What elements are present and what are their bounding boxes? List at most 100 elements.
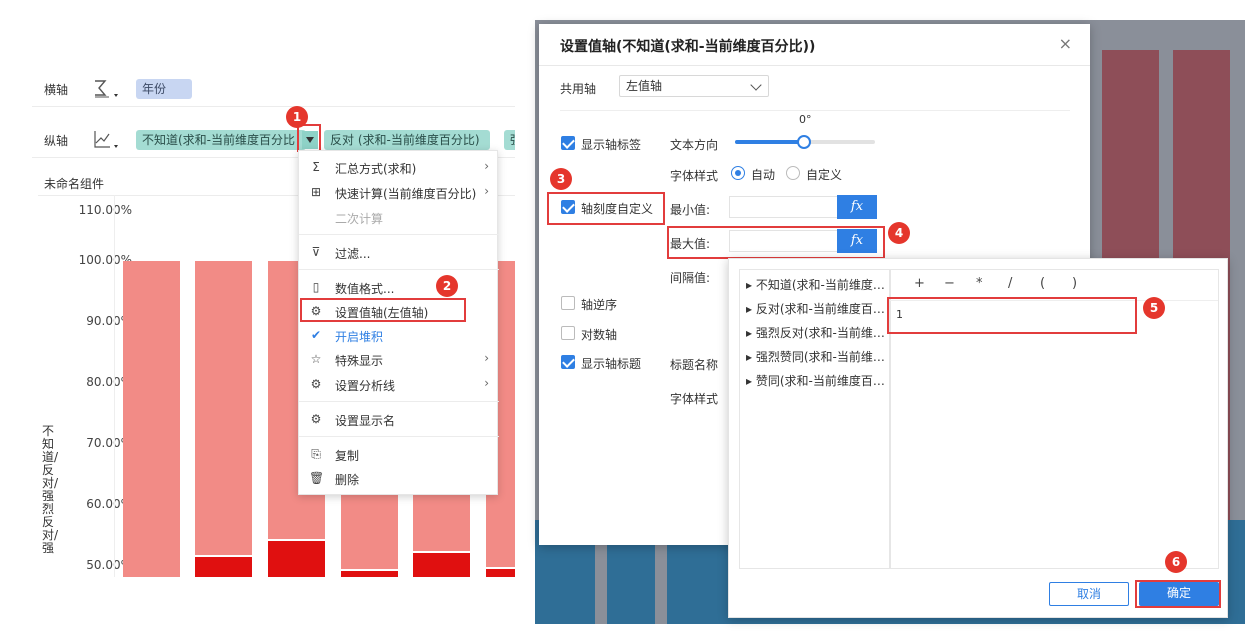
step-marker-5: 5 <box>1143 297 1165 319</box>
bar-segment[interactable] <box>413 553 470 577</box>
menu-item-quick-calc[interactable]: ⊞ 快速计算(当前维度百分比) › <box>299 180 499 204</box>
y-field-pill-2[interactable]: 反对 (求和-当前维度百分比) <box>324 130 490 150</box>
chevron-down-icon <box>750 79 762 91</box>
bar-segment[interactable] <box>341 571 398 577</box>
menu-item-copy[interactable]: ⎘ 复制 <box>299 442 499 466</box>
divider <box>560 110 1070 111</box>
menu-item-label: 开启堆积 <box>335 330 384 344</box>
bar-segment[interactable] <box>195 557 252 577</box>
field-label: 强烈反对(求和-当前维… <box>755 326 885 340</box>
shared-axis-value: 左值轴 <box>626 79 663 93</box>
menu-item-label: 特殊显示 <box>335 354 384 368</box>
star-icon: ☆ <box>310 352 322 366</box>
log-axis-checkbox[interactable] <box>561 326 575 340</box>
menu-item-special-display[interactable]: ☆ 特殊显示 › <box>299 347 499 371</box>
highlight-box-6 <box>1135 580 1221 608</box>
field-item[interactable]: ▸ 不知道(求和-当前维度… <box>746 276 891 293</box>
filter-icon: ⊽ <box>311 245 321 259</box>
show-axis-title-checkbox[interactable] <box>561 355 575 369</box>
calculator-icon: ⊞ <box>310 185 322 199</box>
field-item[interactable]: ▸ 赞同(求和-当前维度百… <box>746 372 891 389</box>
field-list: ▸ 不知道(求和-当前维度… ▸ 反对(求和-当前维度百… ▸ 强烈反对(求和-… <box>739 269 891 569</box>
font-style-label: 字体样式 <box>670 169 719 183</box>
angle-value: 0° <box>799 113 812 126</box>
min-label: 最小值: <box>670 203 711 217</box>
gear-icon: ⚙ <box>310 412 322 426</box>
min-input[interactable] <box>729 196 839 218</box>
field-item[interactable]: ▸ 强烈反对(求和-当前维… <box>746 324 891 341</box>
close-paren-operator[interactable]: ) <box>1072 276 1077 291</box>
menu-item-aggregation[interactable]: Σ 汇总方式(求和) › <box>299 155 499 179</box>
y-shelf-label: 纵轴 <box>44 134 69 148</box>
text-direction-label: 文本方向 <box>670 138 719 152</box>
menu-item-number-format[interactable]: ▯ 数值格式... <box>299 275 499 299</box>
highlight-box-3 <box>547 192 665 225</box>
y-field-pill-3[interactable]: 强 <box>504 130 515 150</box>
bar-gap <box>595 545 607 624</box>
divide-operator[interactable]: / <box>1008 276 1012 291</box>
cancel-button[interactable]: 取消 <box>1049 582 1129 606</box>
menu-item-secondary-calc: 二次计算 <box>299 205 499 229</box>
custom-radio[interactable] <box>786 166 800 180</box>
plus-operator[interactable]: + <box>914 276 925 291</box>
field-label: 强烈赞同(求和-当前维… <box>755 350 885 364</box>
copy-icon: ⎘ <box>311 447 321 461</box>
x-shelf-label: 横轴 <box>44 83 69 97</box>
min-fx-button[interactable]: fx <box>837 195 877 219</box>
step-marker-1: 1 <box>286 106 308 128</box>
bar[interactable] <box>123 261 180 577</box>
multiply-operator[interactable]: * <box>976 276 983 291</box>
show-axis-label-checkbox[interactable] <box>561 136 575 150</box>
title-name-label: 标题名称 <box>670 358 719 372</box>
menu-item-delete[interactable]: 🗑 删除 <box>299 466 499 490</box>
y-axis-line <box>114 195 115 577</box>
menu-item-display-name[interactable]: ⚙ 设置显示名 <box>299 407 499 431</box>
reverse-axis-text: 轴逆序 <box>581 298 618 312</box>
field-label: 反对(求和-当前维度百… <box>755 302 885 316</box>
open-paren-operator[interactable]: ( <box>1040 276 1045 291</box>
y-field-pill-1[interactable]: 不知道(求和-当前维度百分比 <box>136 130 306 150</box>
dialog-title: 设置值轴(不知道(求和-当前维度百分比)) <box>560 39 816 55</box>
y-tick-label: 50.00% <box>86 558 132 572</box>
x-field-pill[interactable]: 年份 <box>136 79 192 99</box>
bar-segment[interactable] <box>486 569 515 577</box>
auto-label: 自动 <box>751 168 776 182</box>
bar[interactable] <box>195 261 252 555</box>
menu-item-stack[interactable]: ✔ 开启堆积 <box>299 323 499 347</box>
chevron-right-icon: › <box>484 159 489 173</box>
chart-type-icon[interactable] <box>92 76 122 102</box>
field-item[interactable]: ▸ 反对(求和-当前维度百… <box>746 300 891 317</box>
y-tick-label: 100.00% <box>78 253 132 267</box>
shared-axis-select[interactable]: 左值轴 <box>619 75 769 97</box>
show-axis-title-text: 显示轴标题 <box>581 357 642 371</box>
divider <box>539 65 1090 66</box>
shared-axis-label: 共用轴 <box>560 82 597 96</box>
menu-item-label: 复制 <box>335 449 360 463</box>
number-format-icon: ▯ <box>312 280 320 294</box>
line-chart-icon[interactable] <box>92 127 122 153</box>
auto-radio[interactable] <box>731 166 745 180</box>
field-item[interactable]: ▸ 强烈赞同(求和-当前维… <box>746 348 891 365</box>
menu-item-analysis-line[interactable]: ⚙ 设置分析线 › <box>299 372 499 396</box>
menu-separator <box>299 436 499 437</box>
chevron-right-icon: › <box>484 184 489 198</box>
slider-handle[interactable] <box>797 135 811 149</box>
field-label: 不知道(求和-当前维度… <box>755 278 885 292</box>
highlight-box-2 <box>300 298 466 322</box>
field-label: 赞同(求和-当前维度百… <box>755 374 885 388</box>
component-title: 未命名组件 <box>44 177 105 191</box>
chevron-right-icon: › <box>484 376 489 390</box>
minus-operator[interactable]: − <box>944 276 955 291</box>
menu-separator <box>299 234 499 235</box>
y-tick-label: 90.00% <box>86 314 132 328</box>
menu-item-label: 设置显示名 <box>335 414 396 428</box>
menu-item-label: 快速计算(当前维度百分比) <box>335 187 477 201</box>
close-icon[interactable]: × <box>1059 34 1072 53</box>
bar-segment[interactable] <box>268 541 325 577</box>
menu-item-label: 删除 <box>335 473 360 487</box>
step-marker-4: 4 <box>888 222 910 244</box>
check-icon: ✔ <box>310 328 322 342</box>
highlight-box-5 <box>887 297 1137 334</box>
menu-item-filter[interactable]: ⊽ 过滤... <box>299 240 499 264</box>
reverse-axis-checkbox[interactable] <box>561 296 575 310</box>
